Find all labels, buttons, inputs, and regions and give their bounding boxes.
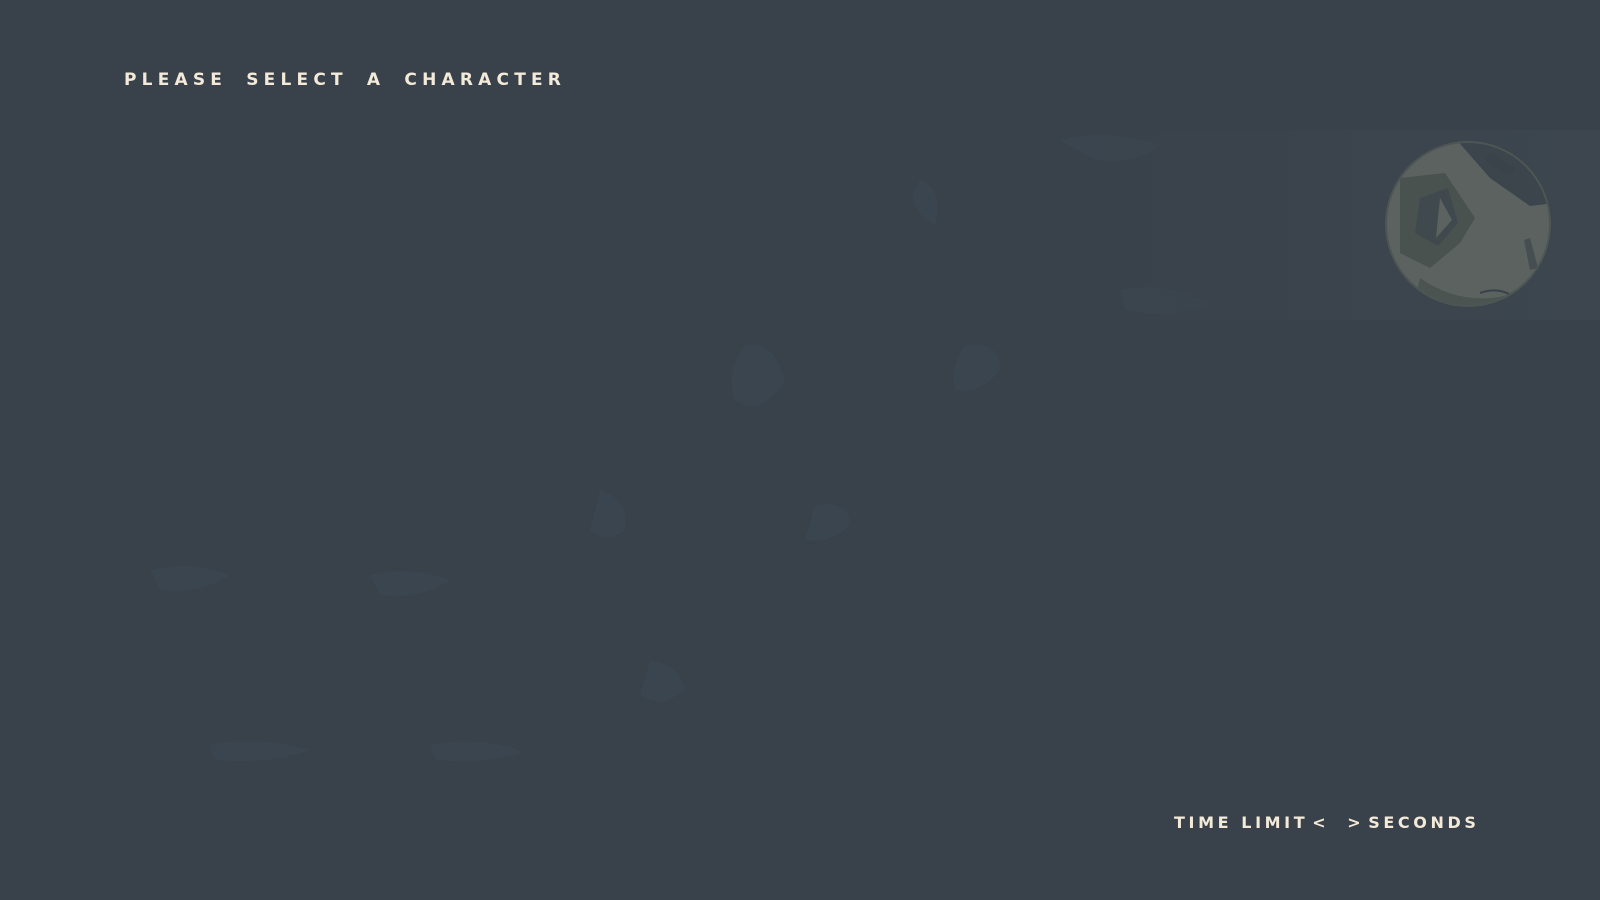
ghost-shape — [912, 180, 938, 225]
ghost-shape — [805, 504, 850, 541]
ghost-shape — [731, 344, 785, 407]
ghost-shape — [210, 741, 310, 762]
ghost-shape — [150, 566, 230, 591]
time-limit-control: TIME LIMIT < > SECONDS — [1174, 813, 1479, 832]
ghost-shape — [953, 344, 1000, 391]
time-limit-unit: SECONDS — [1368, 813, 1480, 832]
ghost-shape — [590, 490, 626, 538]
character-select-screen: PLEASE SELECT A CHARACTER TIME LIMIT < >… — [0, 0, 1600, 900]
ghost-shape — [430, 741, 525, 762]
time-limit-label: TIME LIMIT — [1174, 813, 1309, 832]
character-portrait[interactable] — [1060, 128, 1600, 328]
astronaut-helmet-icon — [1060, 130, 1600, 320]
decrease-time-button[interactable]: < — [1312, 813, 1329, 832]
increase-time-button[interactable]: > — [1347, 813, 1364, 832]
ghost-shape — [370, 571, 450, 596]
page-title: PLEASE SELECT A CHARACTER — [124, 70, 567, 90]
ghost-shape — [640, 660, 685, 702]
